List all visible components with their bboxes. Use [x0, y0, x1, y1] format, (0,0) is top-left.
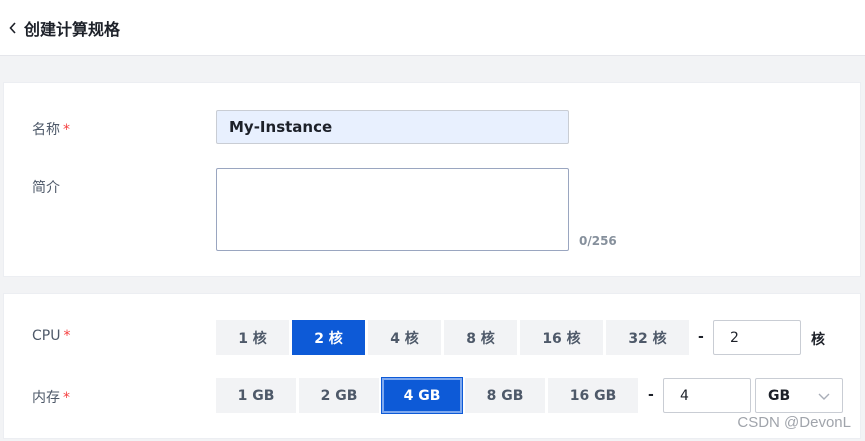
required-mark: * [63, 328, 71, 344]
memory-option-2gb[interactable]: 2 GB [299, 378, 379, 413]
description-label: 简介 [32, 180, 60, 196]
cpu-option-1[interactable]: 1 核 [216, 320, 289, 355]
watermark: CSDN @DevonL [737, 414, 851, 431]
cpu-option-4[interactable]: 4 核 [368, 320, 441, 355]
cpu-unit: 核 [811, 332, 825, 348]
page-header: 创建计算规格 [0, 0, 865, 56]
cpu-label: CPU * [32, 328, 70, 344]
required-mark: * [63, 390, 70, 406]
cpu-option-8[interactable]: 8 核 [444, 320, 517, 355]
name-label-text: 名称 [32, 122, 60, 138]
description-textarea[interactable] [216, 168, 569, 251]
cpu-custom-input[interactable] [713, 320, 801, 355]
page-title: 创建计算规格 [24, 19, 121, 39]
memory-option-1gb[interactable]: 1 GB [216, 378, 296, 413]
spec-card: CPU* 1 核 2 核 4 核 8 核 16 核 32 核 - 核 内存* 1… [3, 293, 861, 439]
name-label: 名称 * [32, 119, 70, 139]
memory-separator: - [648, 387, 654, 403]
chevron-left-icon[interactable] [6, 21, 20, 35]
memory-label-text: 内存 [32, 390, 60, 406]
name-input[interactable] [216, 110, 569, 144]
basic-info-card: 名称* 简介 0/256 [3, 82, 861, 277]
required-mark: * [63, 122, 70, 138]
memory-unit-select[interactable]: GB [755, 378, 843, 413]
cpu-label-text: CPU [32, 328, 61, 344]
chevron-down-icon [818, 393, 830, 400]
memory-option-16gb[interactable]: 16 GB [548, 378, 638, 413]
char-counter: 0/256 [579, 234, 617, 248]
cpu-option-2[interactable]: 2 核 [292, 320, 365, 355]
memory-custom-input[interactable] [663, 378, 751, 413]
memory-option-4gb[interactable]: 4 GB [382, 378, 462, 413]
memory-label: 内存 * [32, 387, 70, 407]
cpu-option-16[interactable]: 16 核 [520, 320, 603, 355]
cpu-separator: - [698, 329, 704, 345]
memory-option-8gb[interactable]: 8 GB [465, 378, 545, 413]
memory-unit-value: GB [768, 387, 791, 404]
cpu-option-32[interactable]: 32 核 [606, 320, 689, 355]
